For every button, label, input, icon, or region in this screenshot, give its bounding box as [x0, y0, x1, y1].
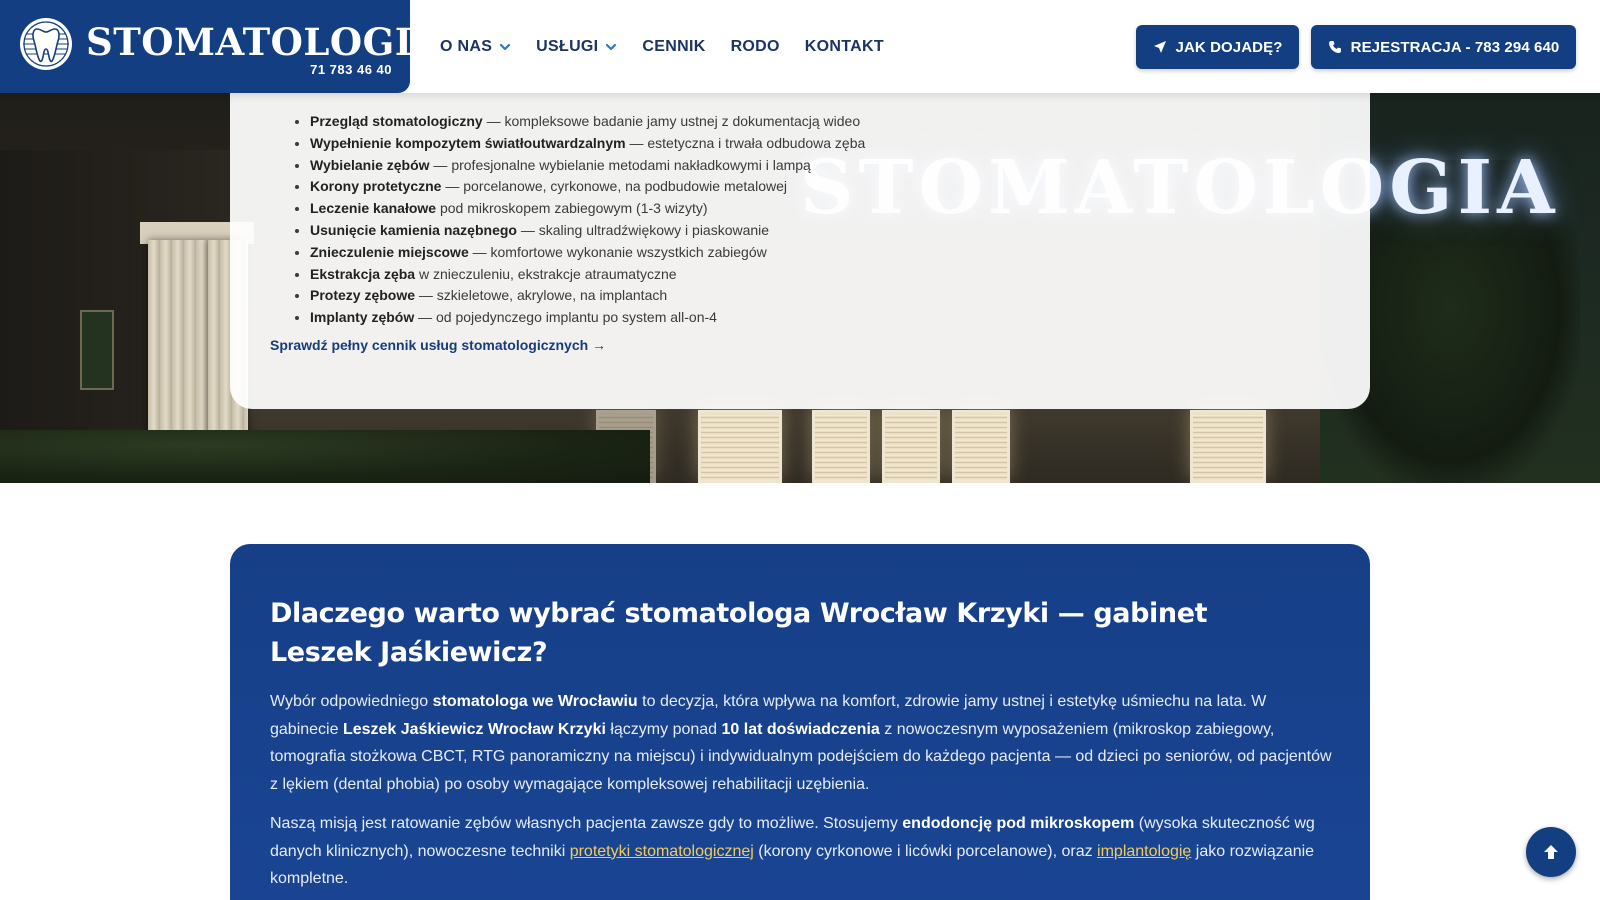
bold-span: 10 lat doświadczenia	[721, 720, 880, 738]
lit-window	[882, 410, 940, 483]
service-description: — porcelanowe, cyrkonowe, na podbudowie …	[441, 178, 787, 195]
main-nav: O NAS USŁUGI CENNIK RODO KONTAKT	[440, 0, 884, 93]
nav-label: RODO	[730, 37, 780, 55]
section-title: Dlaczego warto wybrać stomatologa Wrocła…	[270, 598, 1208, 668]
building-column	[148, 240, 208, 460]
service-name: Wypełnienie kompozytem światłoutwardzaln…	[310, 134, 626, 151]
service-item: Przegląd stomatologiczny — kompleksowe b…	[310, 111, 865, 133]
text-span: Naszą misją jest ratowanie zębów własnyc…	[270, 815, 903, 832]
service-description: — skaling ultradźwiękowy i piaskowanie	[516, 221, 770, 238]
chevron-down-icon	[606, 43, 617, 50]
site-logo[interactable]: STOMATOLOGIA 71 783 46 40	[0, 0, 441, 93]
service-item: Znieczulenie miejscowe — komfortowe wyko…	[310, 242, 865, 264]
service-item: Korony protetyczne — porcelanowe, cyrkon…	[310, 176, 865, 198]
hero-hedge	[0, 430, 650, 483]
service-name: Implanty zębów	[310, 309, 415, 326]
service-name: Przegląd stomatologiczny	[310, 113, 483, 129]
text-span: łączymy ponad	[605, 720, 722, 738]
service-name: Protezy zębowe	[310, 287, 416, 304]
service-name: Znieczulenie miejscowe	[310, 243, 469, 260]
nav-label: KONTAKT	[804, 37, 884, 55]
service-name: Ekstrakcja zęba	[310, 265, 416, 282]
service-description: — estetyczna i trwała odbudowa zęba	[625, 134, 866, 151]
service-item: Protezy zębowe — szkieletowe, akrylowe, …	[310, 285, 865, 307]
phone-icon	[1328, 41, 1341, 53]
directions-label: JAK DOJADĘ?	[1175, 38, 1283, 56]
service-item: Implanty zębów — od pojedynczego implant…	[310, 307, 865, 329]
service-item: Wypełnienie kompozytem światłoutwardzaln…	[310, 133, 865, 155]
prosthetics-link[interactable]: protetyki stomatologicznej	[570, 843, 754, 860]
register-label: REJESTRACJA - 783 294 640	[1350, 38, 1560, 56]
text-span: (korony cyrkonowe i licówki porcelanowe)…	[753, 842, 1098, 860]
service-item: Ekstrakcja zęba w znieczuleniu, ekstrakc…	[310, 264, 865, 286]
service-description: w znieczuleniu, ekstrakcje atraumatyczne	[415, 265, 677, 282]
lit-window	[1190, 410, 1266, 483]
why-choose-section: Dlaczego warto wybrać stomatologa Wrocła…	[230, 544, 1370, 900]
site-header: STOMATOLOGIA 71 783 46 40 O NAS USŁUGI C…	[0, 0, 1600, 93]
price-list-link[interactable]: Sprawdź pełny cennik usług stomatologicz…	[270, 337, 606, 353]
register-button[interactable]: REJESTRACJA - 783 294 640	[1311, 25, 1576, 69]
service-name: Korony protetyczne	[310, 178, 442, 195]
service-description: — kompleksowe badanie jamy ustnej z doku…	[482, 113, 861, 129]
nav-label: O NAS	[440, 37, 493, 55]
logo-phone: 71 783 46 40	[310, 62, 392, 77]
nav-item-o-nas[interactable]: O NAS	[440, 38, 511, 56]
why-paragraph-1: Wybór odpowiedniego stomatologa we Wrocł…	[270, 688, 1335, 798]
logo-title: STOMATOLOGIA	[86, 20, 442, 64]
building-plaque	[80, 310, 114, 390]
implantology-link[interactable]: implantologię	[1097, 843, 1191, 860]
bold-span: Leszek Jaśkiewicz Wrocław Krzyki	[342, 720, 606, 738]
service-description: — od pojedynczego implantu po system all…	[414, 309, 717, 326]
service-name: Wybielanie zębów	[310, 156, 430, 173]
nav-label: USŁUGI	[536, 37, 599, 55]
lit-window	[952, 410, 1010, 483]
lit-window	[812, 410, 870, 483]
bold-span: endodoncję pod mikroskopem	[902, 815, 1135, 832]
service-description: — profesjonalne wybielanie metodami nakł…	[429, 156, 811, 173]
arrow-up-icon	[1544, 845, 1558, 859]
service-description: — komfortowe wykonanie wszystkich zabieg…	[468, 243, 767, 260]
services-list: Przegląd stomatologiczny — kompleksowe b…	[310, 111, 865, 329]
nav-item-rodo[interactable]: RODO	[731, 38, 780, 56]
service-item: Leczenie kanałowe pod mikroskopem zabieg…	[310, 198, 865, 220]
chevron-down-icon	[500, 43, 511, 50]
why-paragraph-2: Naszą misją jest ratowanie zębów własnyc…	[270, 810, 1335, 893]
service-description: — szkieletowe, akrylowe, na implantach	[415, 287, 668, 304]
lit-window	[698, 410, 782, 483]
service-name: Leczenie kanałowe	[310, 200, 437, 217]
nav-item-cennik[interactable]: CENNIK	[642, 38, 705, 56]
service-item: Usunięcie kamienia nazębnego — skaling u…	[310, 220, 865, 242]
nav-item-kontakt[interactable]: KONTAKT	[805, 38, 884, 56]
bold-span: stomatologa we Wrocławiu	[432, 693, 638, 710]
nav-label: CENNIK	[642, 37, 706, 55]
text-span: Wybór odpowiedniego	[270, 693, 433, 710]
tooth-icon	[20, 18, 72, 70]
service-description: pod mikroskopem zabiegowym (1-3 wizyty)	[436, 200, 708, 217]
directions-button[interactable]: JAK DOJADĘ?	[1136, 25, 1299, 69]
location-arrow-icon	[1153, 41, 1166, 53]
service-name: Usunięcie kamienia nazębnego	[310, 221, 517, 238]
scroll-to-top-button[interactable]	[1526, 827, 1576, 877]
nav-item-uslugi[interactable]: USŁUGI	[536, 38, 617, 56]
service-item: Wybielanie zębów — profesjonalne wybiela…	[310, 155, 865, 177]
